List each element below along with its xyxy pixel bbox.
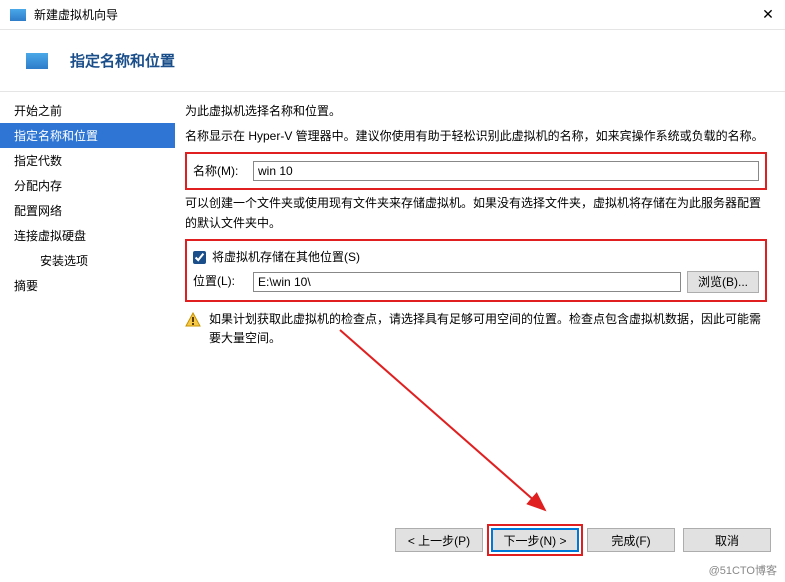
store-other-checkbox[interactable] — [193, 251, 206, 264]
store-other-label: 将虚拟机存储在其他位置(S) — [212, 248, 360, 267]
step-generation[interactable]: 指定代数 — [0, 148, 175, 173]
content: 为此虚拟机选择名称和位置。 名称显示在 Hyper-V 管理器中。建议你使用有助… — [175, 92, 785, 348]
intro-text: 为此虚拟机选择名称和位置。 — [185, 102, 767, 121]
browse-button[interactable]: 浏览(B)... — [687, 271, 759, 293]
watermark: @51CTO博客 — [709, 562, 777, 578]
wizard-steps: 开始之前 指定名称和位置 指定代数 分配内存 配置网络 连接虚拟硬盘 安装选项 … — [0, 92, 175, 348]
name-label: 名称(M): — [193, 162, 253, 181]
location-label: 位置(L): — [193, 272, 253, 291]
prev-button[interactable]: < 上一步(P) — [395, 528, 483, 552]
step-vhd[interactable]: 连接虚拟硬盘 — [0, 223, 175, 248]
main: 开始之前 指定名称和位置 指定代数 分配内存 配置网络 连接虚拟硬盘 安装选项 … — [0, 92, 785, 348]
footer-buttons: < 上一步(P) 下一步(N) > 完成(F) 取消 — [395, 528, 771, 552]
titlebar: 新建虚拟机向导 ✕ — [0, 0, 785, 30]
warning-row: 如果计划获取此虚拟机的检查点，请选择具有足够可用空间的位置。检查点包含虚拟机数据… — [185, 310, 767, 348]
page-title: 指定名称和位置 — [70, 50, 175, 71]
step-install-options[interactable]: 安装选项 — [0, 248, 175, 273]
next-button[interactable]: 下一步(N) > — [491, 528, 579, 552]
step-before-begin[interactable]: 开始之前 — [0, 98, 175, 123]
name-input[interactable] — [253, 161, 759, 181]
location-description: 可以创建一个文件夹或使用现有文件夹来存储虚拟机。如果没有选择文件夹，虚拟机将存储… — [185, 194, 767, 232]
location-highlight: 将虚拟机存储在其他位置(S) 位置(L): 浏览(B)... — [185, 239, 767, 302]
step-name-location[interactable]: 指定名称和位置 — [0, 123, 175, 148]
step-memory[interactable]: 分配内存 — [0, 173, 175, 198]
wizard-header: 指定名称和位置 — [0, 30, 785, 92]
header-icon — [26, 53, 48, 69]
location-input[interactable] — [253, 272, 681, 292]
close-icon[interactable]: ✕ — [761, 8, 775, 22]
cancel-button[interactable]: 取消 — [683, 528, 771, 552]
name-description: 名称显示在 Hyper-V 管理器中。建议你使用有助于轻松识别此虚拟机的名称，如… — [185, 127, 767, 146]
window-title: 新建虚拟机向导 — [34, 6, 761, 23]
name-highlight: 名称(M): — [185, 152, 767, 190]
finish-button[interactable]: 完成(F) — [587, 528, 675, 552]
step-summary[interactable]: 摘要 — [0, 273, 175, 298]
app-icon — [10, 9, 26, 21]
warning-icon — [185, 312, 201, 334]
warning-text: 如果计划获取此虚拟机的检查点，请选择具有足够可用空间的位置。检查点包含虚拟机数据… — [209, 310, 767, 348]
step-network[interactable]: 配置网络 — [0, 198, 175, 223]
